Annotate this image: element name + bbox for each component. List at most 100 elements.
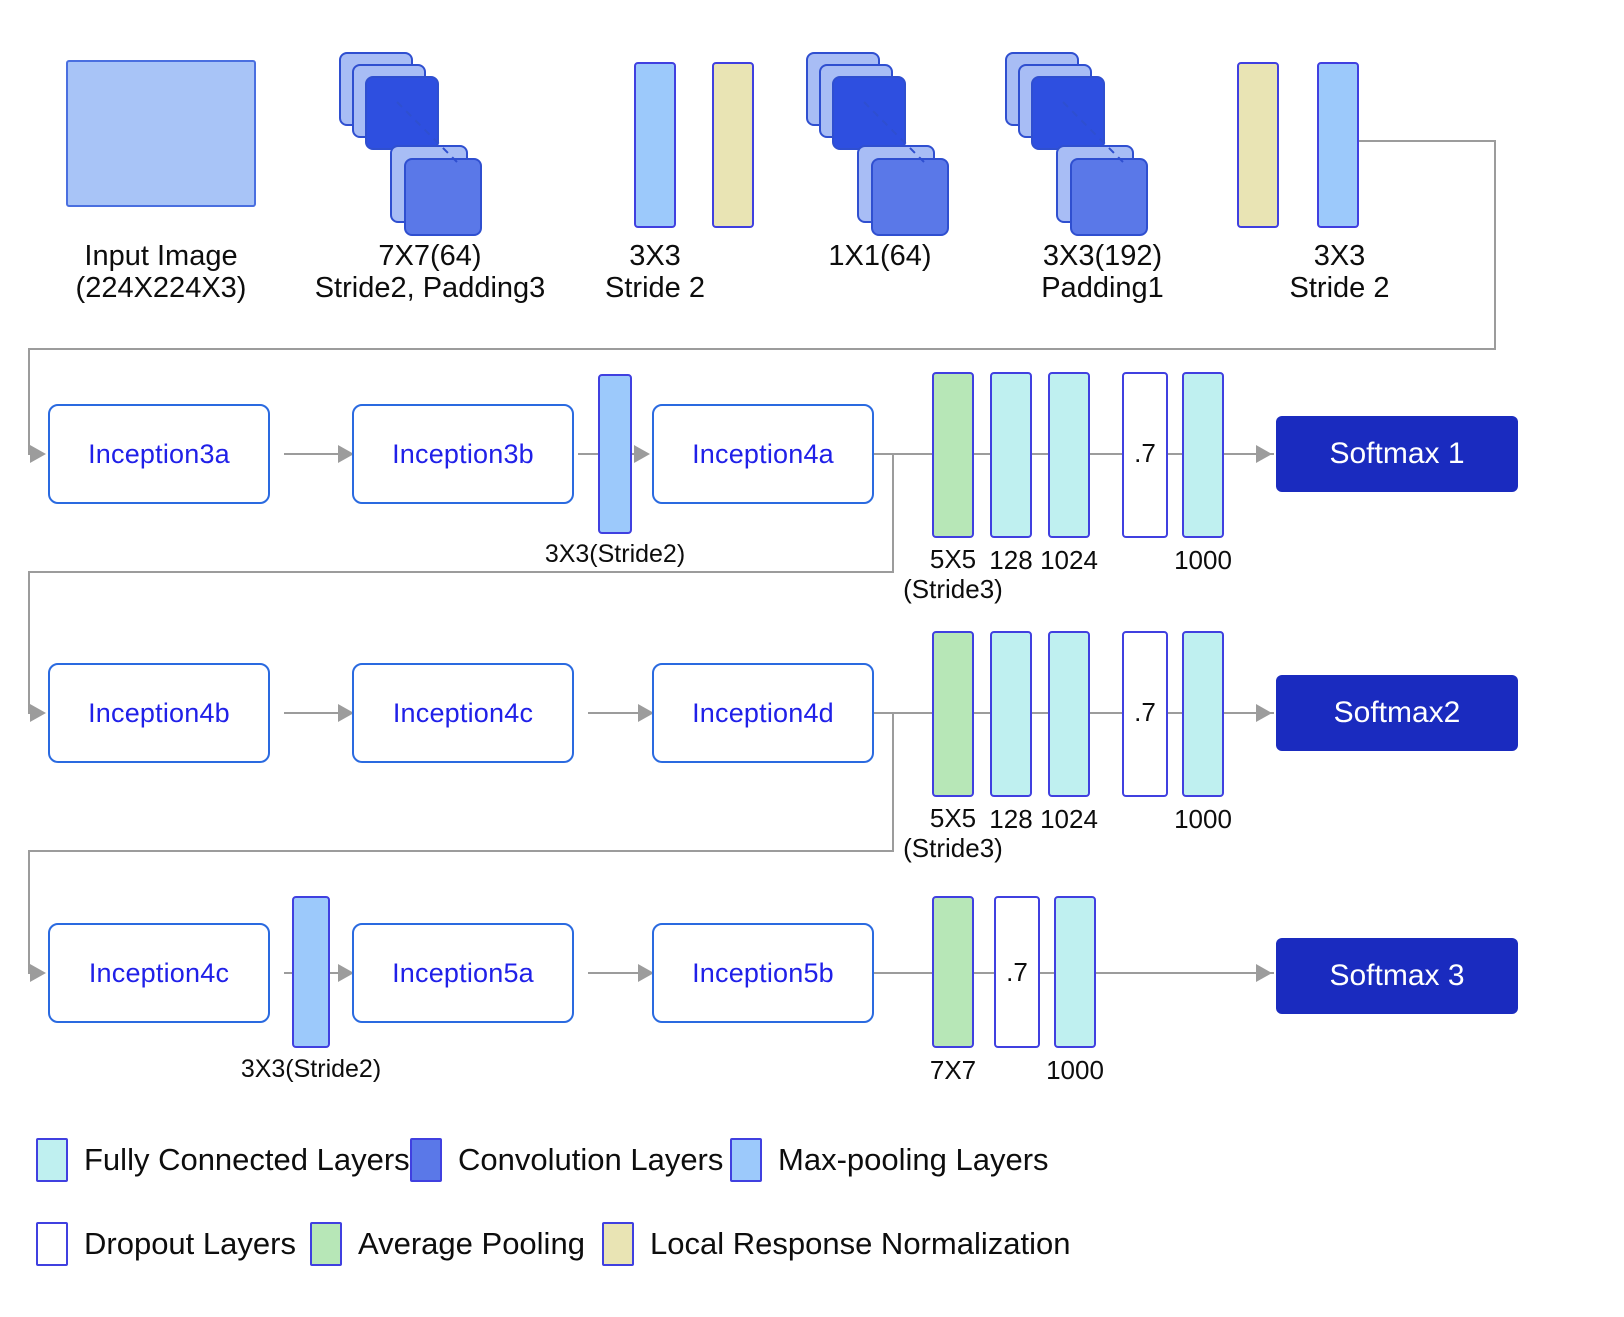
stem-wrap-bottom-segment — [28, 348, 1496, 350]
row2-fc128-block — [990, 631, 1032, 797]
softmax-2-block[interactable]: Softmax2 — [1276, 675, 1518, 751]
lrn-b-block — [1237, 62, 1279, 228]
inception-block-5b[interactable]: Inception5b — [652, 923, 874, 1023]
row2-fc1024-label: 1024 — [1040, 804, 1098, 834]
row1-avgpool-label: 5X5 (Stride3) — [903, 544, 1003, 604]
maxpool-3x3-b-block — [1317, 62, 1359, 228]
row2-fc1024-block — [1048, 631, 1090, 797]
row2-head-flow-line — [874, 712, 936, 714]
row2-wrap-bottom-segment — [28, 850, 894, 852]
legend-item-convolution: Convolution Layers — [410, 1138, 723, 1182]
row3-avgpool-label: 7X7 — [929, 1055, 977, 1085]
row1-fc128-block — [990, 372, 1032, 538]
legend-item-fully-connected: Fully Connected Layers — [36, 1138, 410, 1182]
row1-fc1000-block — [1182, 372, 1224, 538]
legend-label-dropout: Dropout Layers — [84, 1226, 296, 1261]
stem-wrap-left-segment — [28, 348, 30, 453]
row2-fc128-label: 128 — [989, 804, 1033, 834]
inception-block-4c-row2[interactable]: Inception4c — [352, 663, 574, 763]
legend-swatch-average-pooling — [310, 1222, 342, 1266]
diagram-canvas: Input Image (224X224X3) 7X7(64) Stride2,… — [0, 0, 1624, 1317]
row3-seg-0 — [974, 972, 996, 974]
inception-block-4d[interactable]: Inception4d — [652, 663, 874, 763]
conv-3x3-label: 3X3(192) Padding1 — [1041, 240, 1164, 305]
softmax-1-block[interactable]: Softmax 1 — [1276, 416, 1518, 492]
inception-block-4c-row3[interactable]: Inception4c — [48, 923, 270, 1023]
legend-row-1: Fully Connected Layers Convolution Layer… — [0, 1130, 1624, 1192]
row3-dropout-block — [994, 896, 1040, 1048]
legend-label-max-pooling: Max-pooling Layers — [778, 1142, 1049, 1177]
maxpool-3x3-a-label: 3X3 Stride 2 — [605, 240, 705, 305]
row3-softmax-flow-line — [1096, 972, 1274, 974]
row3-avgpool-block — [932, 896, 974, 1048]
row1-wrap-left-segment — [28, 571, 30, 712]
legend-item-average-pooling: Average Pooling — [310, 1222, 585, 1266]
stem-wrap-top-segment — [1359, 140, 1494, 142]
input-image-block — [66, 60, 256, 207]
row1-maxpool-block — [598, 374, 632, 534]
stem-wrap-right-segment — [1494, 140, 1496, 348]
row1-head-flow-line — [874, 453, 936, 455]
row3-softmax-arrow-icon — [1256, 964, 1272, 982]
row1-softmax-arrow-icon — [1256, 445, 1272, 463]
legend-item-max-pooling: Max-pooling Layers — [730, 1138, 1049, 1182]
legend-swatch-fully-connected — [36, 1138, 68, 1182]
row1-fc1024-block — [1048, 372, 1090, 538]
row1-fc1000-label: 1000 — [1174, 545, 1232, 575]
legend-item-dropout: Dropout Layers — [36, 1222, 296, 1266]
row2-wrap-arrow-icon — [30, 964, 46, 982]
inception-block-3a[interactable]: Inception3a — [48, 404, 270, 504]
legend-label-average-pooling: Average Pooling — [358, 1226, 585, 1261]
row2-wrap-down-segment — [892, 712, 894, 850]
maxpool-3x3-a-block — [634, 62, 676, 228]
maxpool-3x3-b-label: 3X3 Stride 2 — [1289, 240, 1390, 305]
row1-arrow-1-line — [284, 453, 338, 455]
inception-block-4b[interactable]: Inception4b — [48, 663, 270, 763]
row1-wrap-down-segment — [892, 453, 894, 571]
legend-item-lrn: Local Response Normalization — [602, 1222, 1070, 1266]
row2-seg-2 — [1090, 712, 1124, 714]
legend-label-lrn: Local Response Normalization — [650, 1226, 1071, 1261]
legend-label-convolution: Convolution Layers — [458, 1142, 724, 1177]
row1-fc1024-label: 1024 — [1040, 545, 1098, 575]
row1-arrow-2-icon — [634, 445, 650, 463]
inception-block-5a[interactable]: Inception5a — [352, 923, 574, 1023]
legend: Fully Connected Layers Convolution Layer… — [0, 1130, 1624, 1276]
row1-seg-2 — [1090, 453, 1124, 455]
lrn-a-block — [712, 62, 754, 228]
row1-avgpool-block — [932, 372, 974, 538]
conv-1x1-label: 1X1(64) — [828, 240, 932, 272]
legend-row-2: Dropout Layers Average Pooling Local Res… — [0, 1214, 1624, 1276]
row2-fc1000-label: 1000 — [1174, 804, 1232, 834]
row1-wrap-bottom-segment — [28, 571, 894, 573]
input-image-label: Input Image (224X224X3) — [75, 240, 247, 305]
row3-maxpool-label: 3X3(Stride2) — [240, 1055, 382, 1083]
row1-wrap-arrow-icon — [30, 704, 46, 722]
conv-link-dashed-icon — [863, 101, 925, 163]
row2-softmax-arrow-icon — [1256, 704, 1272, 722]
row2-dropout-block — [1122, 631, 1168, 797]
stem-wrap-arrow-icon — [30, 445, 46, 463]
row3-fc1000-label: 1000 — [1046, 1055, 1104, 1085]
row1-maxpool-label: 3X3(Stride2) — [544, 540, 686, 568]
row1-dropout-block — [1122, 372, 1168, 538]
row3-arrow-2-line — [588, 972, 642, 974]
row3-head-flow-line — [874, 972, 936, 974]
legend-swatch-lrn — [602, 1222, 634, 1266]
row2-avgpool-label: 5X5 (Stride3) — [903, 803, 1003, 863]
conv-7x7-label: 7X7(64) Stride2, Padding3 — [314, 240, 546, 305]
row1-fc128-label: 128 — [989, 545, 1033, 575]
row2-arrow-1-line — [284, 712, 338, 714]
row2-avgpool-block — [932, 631, 974, 797]
legend-swatch-dropout — [36, 1222, 68, 1266]
legend-swatch-convolution — [410, 1138, 442, 1182]
inception-block-4a[interactable]: Inception4a — [652, 404, 874, 504]
row3-maxpool-block — [292, 896, 330, 1048]
softmax-3-block[interactable]: Softmax 3 — [1276, 938, 1518, 1014]
row2-fc1000-block — [1182, 631, 1224, 797]
inception-block-3b[interactable]: Inception3b — [352, 404, 574, 504]
row3-fc1000-block — [1054, 896, 1096, 1048]
row2-wrap-left-segment — [28, 850, 30, 972]
row2-arrow-2-line — [588, 712, 642, 714]
conv-link-dashed-icon — [1062, 101, 1124, 163]
